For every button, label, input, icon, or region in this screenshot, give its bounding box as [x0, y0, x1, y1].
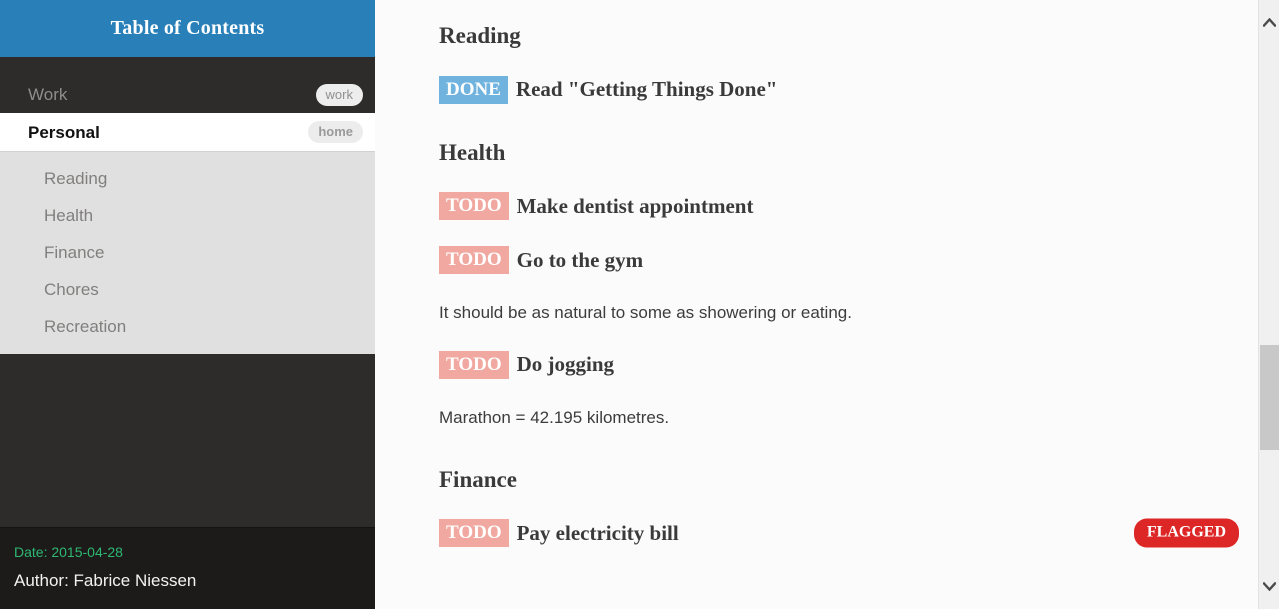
chevron-down-icon[interactable]	[1259, 576, 1279, 597]
sidebar-footer: Date: 2015-04-28 Author: Fabrice Niessen	[0, 526, 375, 609]
app-root: Table of Contents Work work Personal hom…	[0, 0, 1279, 609]
status-badge-todo[interactable]: TODO	[439, 519, 509, 548]
sidebar-item-reading-label: Reading	[44, 168, 108, 188]
vertical-scrollbar[interactable]	[1258, 0, 1279, 609]
sidebar-tag-home[interactable]: home	[308, 121, 363, 143]
sidebar-item-work-label: Work	[28, 85, 68, 104]
task-row[interactable]: TODO Make dentist appointment	[439, 192, 1239, 221]
document-date: Date: 2015-04-28	[14, 543, 123, 560]
status-badge-todo[interactable]: TODO	[439, 246, 509, 275]
body-paragraph: It should be as natural to some as showe…	[439, 303, 852, 323]
section-heading-health: Health	[439, 139, 506, 165]
sidebar: Table of Contents Work work Personal hom…	[0, 0, 375, 609]
sidebar-item-recreation-label: Recreation	[44, 316, 127, 336]
task-row[interactable]: TODO Go to the gym	[439, 246, 1239, 275]
section-heading-reading: Reading	[439, 23, 521, 48]
task-title: Pay electricity bill	[516, 520, 679, 545]
sidebar-item-personal-label: Personal	[28, 122, 100, 142]
task-row[interactable]: TODO Pay electricity bill FLAGGED	[439, 518, 1239, 548]
task-row[interactable]: TODO Do jogging	[439, 350, 1239, 379]
task-title: Make dentist appointment	[516, 193, 754, 218]
sidebar-item-finance[interactable]: Finance	[0, 234, 375, 271]
sidebar-item-reading[interactable]: Reading	[0, 160, 375, 197]
sidebar-tag-work[interactable]: work	[315, 83, 363, 106]
sidebar-item-work[interactable]: Work work	[0, 76, 375, 113]
sidebar-item-recreation[interactable]: Recreation	[0, 308, 375, 345]
sidebar-empty-space	[0, 354, 375, 527]
scrollbar-thumb[interactable]	[1260, 345, 1279, 450]
sidebar-item-health[interactable]: Health	[0, 197, 375, 234]
sidebar-item-chores-label: Chores	[44, 279, 99, 299]
status-badge-todo[interactable]: TODO	[439, 192, 509, 221]
task-row[interactable]: DONE Read "Getting Things Done"	[439, 75, 1239, 104]
chevron-up-icon[interactable]	[1259, 12, 1279, 33]
document-content: Reading DONE Read "Getting Things Done" …	[375, 0, 1279, 609]
sidebar-sub-list: Reading Health Finance Chores Recreation	[0, 151, 375, 354]
sidebar-item-health-label: Health	[44, 205, 94, 225]
status-badge-done[interactable]: DONE	[439, 75, 508, 104]
task-title: Do jogging	[516, 352, 615, 377]
sidebar-item-personal[interactable]: Personal home	[0, 113, 375, 151]
body-paragraph: Marathon = 42.195 kilometres.	[439, 407, 670, 427]
sidebar-item-finance-label: Finance	[44, 242, 105, 262]
document-author: Author: Fabrice Niessen	[14, 570, 197, 590]
sidebar-item-chores[interactable]: Chores	[0, 271, 375, 308]
task-title: Read "Getting Things Done"	[515, 77, 778, 101]
status-badge-todo[interactable]: TODO	[439, 350, 509, 379]
table-of-contents-header: Table of Contents	[0, 0, 375, 57]
section-heading-finance: Finance	[439, 466, 517, 492]
task-title: Go to the gym	[516, 247, 644, 272]
flagged-tag[interactable]: FLAGGED	[1133, 518, 1239, 548]
